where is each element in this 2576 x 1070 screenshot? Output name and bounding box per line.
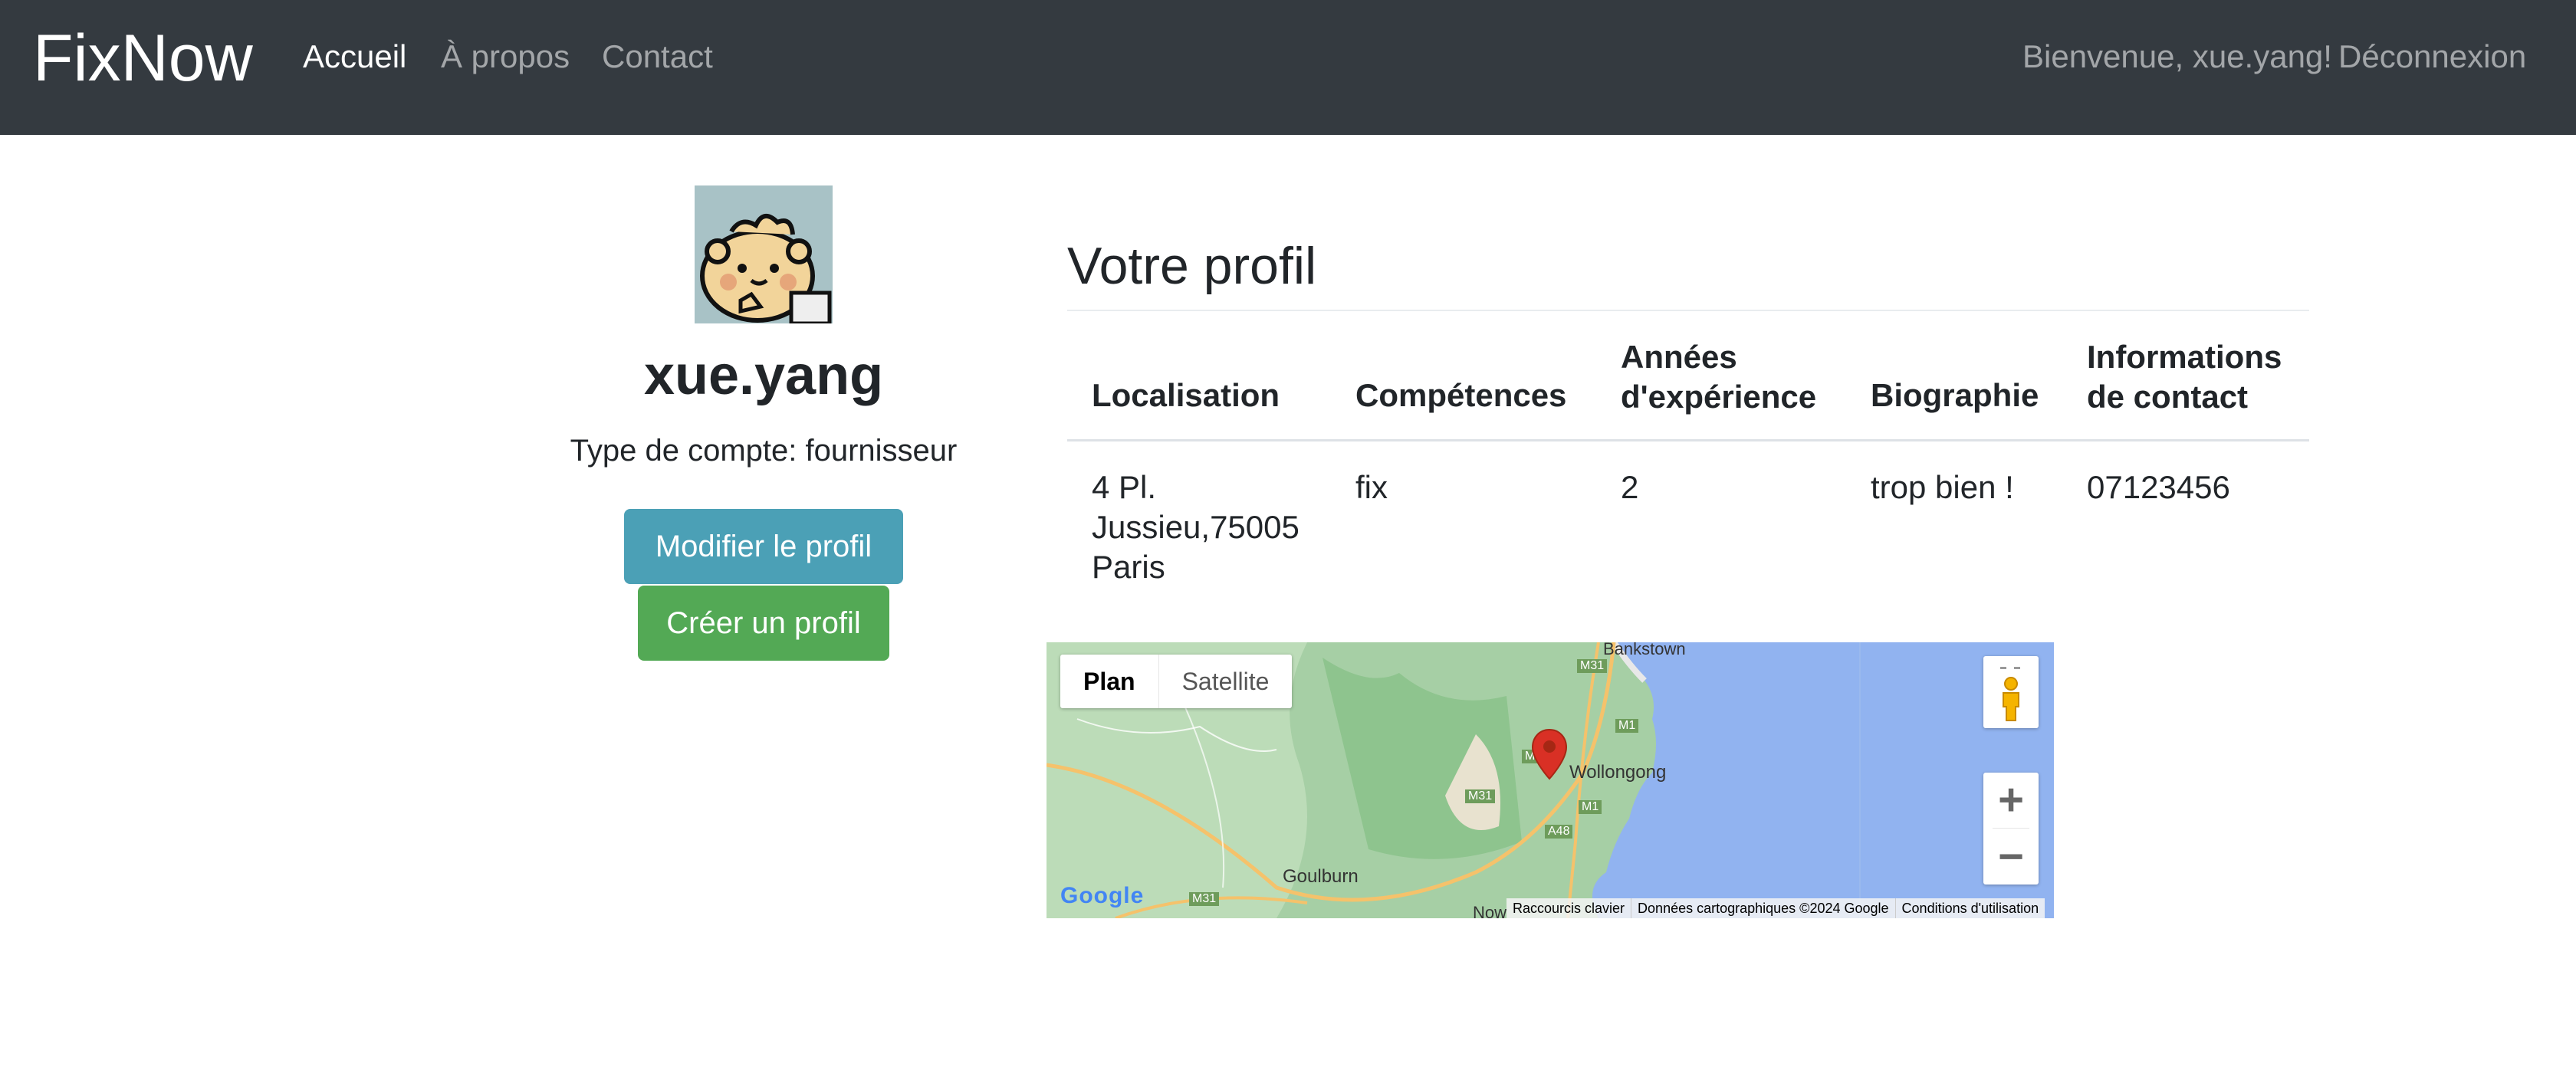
nav-home[interactable]: Accueil	[303, 35, 406, 78]
road-m1-south: M1	[1579, 800, 1602, 814]
map-type-control: Plan Satellite	[1060, 655, 1293, 708]
map-type-plan-button[interactable]: Plan	[1060, 655, 1159, 708]
cell-location: 4 Pl. Jussieu,75005 Paris	[1092, 469, 1300, 585]
header-biography: Biographie	[1871, 377, 2039, 413]
map-attribution: Raccourcis clavier Données cartographiqu…	[1506, 898, 2045, 918]
navbar: FixNow Accueil À propos Contact Bienvenu…	[0, 0, 2576, 135]
road-m1-north: M1	[1615, 719, 1639, 733]
nav-about[interactable]: À propos	[441, 35, 570, 78]
brand-logo[interactable]: FixNow	[33, 20, 253, 97]
header-skills: Compétences	[1355, 377, 1567, 413]
account-type: Type de compte: fournisseur	[570, 434, 958, 468]
place-wollongong: Wollongong	[1569, 762, 1667, 783]
avatar	[695, 185, 833, 323]
edit-profile-button[interactable]: Modifier le profil	[624, 509, 903, 584]
profile-username: xue.yang	[643, 345, 884, 406]
welcome-message: Bienvenue, xue.yang!	[2022, 38, 2332, 74]
place-bankstown: Bankstown	[1603, 642, 1686, 658]
header-contact-info: Informations de contact	[2087, 339, 2282, 415]
create-profile-button[interactable]: Créer un profil	[638, 586, 889, 661]
keyboard-shortcuts-link[interactable]: Raccourcis clavier	[1506, 898, 1631, 918]
place-goulburn: Goulburn	[1283, 866, 1359, 887]
table-header-divider	[1067, 439, 2309, 441]
location-marker-icon[interactable]	[1531, 728, 1568, 780]
zoom-out-button[interactable]: −	[1983, 829, 2039, 885]
profile-title: Votre profil	[1067, 237, 1317, 295]
road-a48: A48	[1545, 825, 1573, 839]
road-m31-south: M31	[1189, 892, 1220, 906]
place-nowra: Now	[1473, 903, 1507, 918]
cell-biography: trop bien !	[1871, 469, 2014, 505]
cell-experience: 2	[1621, 469, 1639, 505]
road-m31-mid: M31	[1465, 789, 1496, 803]
header-experience: Années d'expérience	[1621, 339, 1817, 415]
map-data-credit: Données cartographiques ©2024 Google	[1631, 898, 1895, 918]
street-view-control[interactable]	[1983, 656, 2039, 728]
pegman-icon	[2000, 667, 2020, 721]
header-location: Localisation	[1092, 377, 1280, 413]
cell-contact: 07123456	[2087, 469, 2230, 505]
title-divider	[1067, 310, 2309, 311]
cell-skills: fix	[1355, 469, 1388, 505]
location-map[interactable]: Bankstown Wollongong Goulburn Now M31 M1…	[1046, 642, 2054, 918]
zoom-in-button[interactable]: +	[1983, 773, 2039, 828]
avatar-bear-image	[695, 185, 833, 323]
nav-contact[interactable]: Contact	[602, 35, 713, 78]
logout-link[interactable]: Déconnexion	[2338, 35, 2526, 78]
zoom-control: + −	[1983, 773, 2039, 885]
terms-of-use-link[interactable]: Conditions d'utilisation	[1894, 898, 2045, 918]
road-m31-north: M31	[1577, 659, 1608, 673]
map-type-satellite-button[interactable]: Satellite	[1159, 655, 1293, 708]
zoom-divider	[1993, 828, 2029, 829]
google-logo[interactable]: Google	[1060, 883, 1144, 909]
